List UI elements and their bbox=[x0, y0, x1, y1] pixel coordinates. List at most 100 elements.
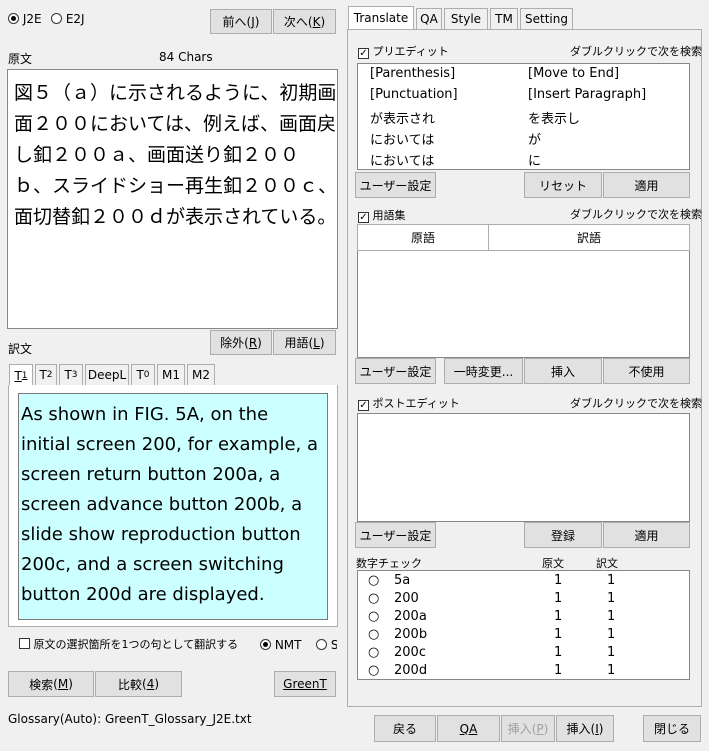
number-check-label: 数字チェック bbox=[356, 557, 422, 570]
source-line: 図５（ａ）に示されるように、初期画 bbox=[14, 82, 337, 104]
insert-i-button[interactable]: 挿入(I) bbox=[556, 715, 614, 742]
translate-selection-checkbox[interactable] bbox=[19, 638, 30, 649]
post-edit-register-button[interactable]: 登録 bbox=[524, 522, 602, 548]
target-line: screen return button 200a, a bbox=[21, 464, 281, 485]
j2e-radio[interactable] bbox=[8, 13, 19, 24]
tab-qa[interactable]: QA bbox=[416, 8, 442, 29]
qa-button[interactable]: QA bbox=[437, 715, 500, 742]
pre-edit-label: プリエディット bbox=[372, 45, 449, 58]
pre-edit-user-settings-button[interactable]: ユーザー設定 bbox=[355, 172, 436, 198]
pre-edit-apply-button[interactable]: 適用 bbox=[603, 172, 690, 198]
row-status-icon: ○ bbox=[368, 573, 380, 588]
close-button[interactable]: 閉じる bbox=[643, 715, 701, 742]
exclude-button[interactable]: 除外(R) bbox=[210, 330, 272, 355]
target-line: initial screen 200, for example, a bbox=[21, 434, 318, 455]
term-button[interactable]: 用語(L) bbox=[273, 330, 336, 355]
nmt-radio[interactable] bbox=[260, 639, 271, 650]
glossary-temp-change-button[interactable]: 一時変更... bbox=[444, 358, 523, 384]
tab-t0[interactable]: T0 bbox=[131, 364, 155, 385]
number-check-col-target: 訳文 bbox=[596, 557, 618, 570]
e2j-label: E2J bbox=[65, 12, 85, 26]
source-line: 面２００においては、例えば、画面戻 bbox=[14, 113, 337, 135]
table-row[interactable]: ○ 200c 1 1 bbox=[358, 645, 688, 663]
glossary-checkbox[interactable]: ✓ bbox=[358, 212, 369, 223]
tab-t3[interactable]: T3 bbox=[59, 364, 83, 385]
glossary-hint: ダブルクリックで次を検索 bbox=[570, 208, 702, 221]
target-label: 訳文 bbox=[8, 342, 33, 356]
tab-t2[interactable]: T2 bbox=[35, 364, 57, 385]
tab-m2[interactable]: M2 bbox=[187, 364, 215, 385]
glossary-insert-button[interactable]: 挿入 bbox=[524, 358, 602, 384]
source-line: 面切替釦２００ｄが表示されている。 bbox=[14, 206, 337, 228]
char-count: 84 Chars bbox=[159, 50, 213, 64]
list-item[interactable]: [Punctuation] [Insert Paragraph] bbox=[370, 87, 690, 108]
list-item[interactable]: [Parenthesis] [Move to End] bbox=[370, 66, 690, 87]
tab-deepl[interactable]: DeepL bbox=[85, 364, 129, 385]
tab-setting[interactable]: Setting bbox=[520, 8, 573, 29]
tab-style[interactable]: Style bbox=[444, 8, 488, 29]
back-button[interactable]: 戻る bbox=[374, 715, 436, 742]
glossary-label: 用語集 bbox=[372, 209, 406, 222]
glossary-unused-button[interactable]: 不使用 bbox=[603, 358, 690, 384]
search-button[interactable]: 検索(M) bbox=[8, 671, 94, 697]
tab-m1[interactable]: M1 bbox=[157, 364, 185, 385]
list-item[interactable]: においては が bbox=[370, 129, 690, 150]
list-item[interactable]: が表示され を表示し bbox=[370, 108, 690, 129]
table-row[interactable]: ○ 200d 1 1 bbox=[358, 663, 688, 681]
target-text-area[interactable]: As shown in FIG. 5A, on the initial scre… bbox=[18, 393, 328, 620]
post-edit-hint: ダブルクリックで次を検索 bbox=[570, 397, 702, 410]
tab-tm[interactable]: TM bbox=[490, 8, 518, 29]
post-edit-list[interactable] bbox=[357, 413, 690, 522]
nmt-option[interactable]: NMT bbox=[260, 638, 302, 652]
s-label: S bbox=[330, 638, 337, 652]
glossary-col-source[interactable]: 原語 bbox=[357, 224, 489, 251]
s-radio[interactable] bbox=[316, 639, 327, 650]
translate-selection-label: 原文の選択箇所を1つの句として翻訳する bbox=[33, 638, 239, 651]
glossary-col-target[interactable]: 訳語 bbox=[488, 224, 690, 251]
table-row[interactable]: ○ 5a 1 1 bbox=[358, 573, 688, 591]
glossary-toggle[interactable]: ✓ 用語集 bbox=[358, 207, 406, 223]
source-text-area[interactable]: 図５（ａ）に示されるように、初期画 面２００においては、例えば、画面戻 し釦２０… bbox=[7, 69, 338, 329]
post-edit-checkbox[interactable]: ✓ bbox=[358, 400, 369, 411]
post-edit-toggle[interactable]: ✓ ポストエディット bbox=[358, 395, 460, 411]
post-edit-apply-button[interactable]: 適用 bbox=[603, 522, 690, 548]
row-status-icon: ○ bbox=[368, 609, 380, 624]
row-status-icon: ○ bbox=[368, 591, 380, 606]
pre-edit-toggle[interactable]: ✓ プリエディット bbox=[358, 43, 449, 59]
prev-button[interactable]: 前へ(J) bbox=[210, 9, 272, 34]
table-row[interactable]: ○ 200a 1 1 bbox=[358, 609, 688, 627]
pre-edit-reset-button[interactable]: リセット bbox=[524, 172, 602, 198]
target-line: As shown in FIG. 5A, on the bbox=[21, 404, 269, 425]
tab-t1[interactable]: T1 bbox=[9, 364, 33, 387]
table-row[interactable]: ○ 200b 1 1 bbox=[358, 627, 688, 645]
target-line: 200c, and a screen switching bbox=[21, 554, 284, 575]
pre-edit-list[interactable]: [Parenthesis] [Move to End] [Punctuation… bbox=[357, 63, 690, 170]
row-status-icon: ○ bbox=[368, 627, 380, 642]
status-bar-glossary: Glossary(Auto): GreenT_Glossary_J2E.txt bbox=[8, 712, 252, 726]
pre-edit-hint: ダブルクリックで次を検索 bbox=[570, 45, 702, 58]
compare-button[interactable]: 比較(4) bbox=[95, 671, 182, 697]
insert-p-button[interactable]: 挿入(P) bbox=[501, 715, 555, 742]
row-status-icon: ○ bbox=[368, 645, 380, 660]
tab-translate[interactable]: Translate bbox=[348, 6, 414, 29]
list-item[interactable]: においては に bbox=[370, 150, 690, 171]
number-check-col-source: 原文 bbox=[542, 557, 564, 570]
mode-e2j[interactable]: E2J bbox=[51, 12, 85, 26]
next-button[interactable]: 次へ(K) bbox=[273, 9, 336, 34]
pre-edit-checkbox[interactable]: ✓ bbox=[358, 48, 369, 59]
source-label: 原文 bbox=[8, 52, 33, 66]
number-check-list[interactable]: ○ 5a 1 1 ○ 200 1 1 ○ 200a 1 1 ○ 200b 1 1… bbox=[357, 570, 690, 680]
glossary-list[interactable]: 原語 訳語 bbox=[357, 224, 690, 358]
glossary-user-settings-button[interactable]: ユーザー設定 bbox=[355, 358, 436, 384]
mode-j2e[interactable]: J2E bbox=[8, 12, 42, 26]
nmt-label: NMT bbox=[274, 638, 302, 652]
target-line: screen advance button 200b, a bbox=[21, 494, 303, 515]
post-edit-user-settings-button[interactable]: ユーザー設定 bbox=[355, 522, 436, 548]
translate-selection-option[interactable]: 原文の選択箇所を1つの句として翻訳する bbox=[19, 636, 238, 652]
greent-button[interactable]: GreenT bbox=[274, 671, 336, 697]
table-row[interactable]: ○ 200 1 1 bbox=[358, 591, 688, 609]
j2e-label: J2E bbox=[22, 12, 42, 26]
s-option[interactable]: S bbox=[316, 638, 337, 652]
target-line: button 200d are displayed. bbox=[21, 584, 265, 605]
e2j-radio[interactable] bbox=[51, 13, 62, 24]
